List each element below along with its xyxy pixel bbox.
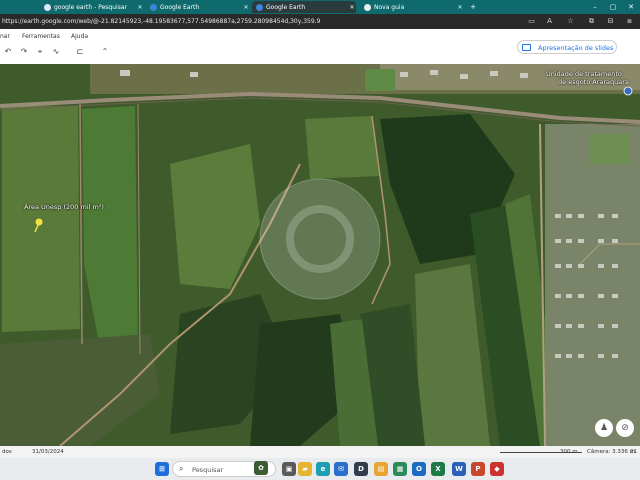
maximize-icon[interactable]: ▢ [606, 1, 620, 13]
map-status-bar: dos 31/03/2024 300 m Câmera: 3.336 m 21 [0, 446, 640, 458]
task-view-icon[interactable]: ▣ [282, 462, 296, 476]
close-tab-icon[interactable]: ✕ [136, 4, 144, 11]
photos-icon[interactable]: ▤ [374, 462, 388, 476]
scale-bar [500, 452, 582, 453]
excel-icon[interactable]: X [431, 462, 445, 476]
app-icon[interactable]: ◆ [490, 462, 504, 476]
menu-item-help[interactable]: Ajuda [71, 33, 88, 40]
file-explorer-icon[interactable]: ▰ [298, 462, 312, 476]
facility-marker-icon[interactable] [623, 86, 633, 96]
camera-altitude: Câmera: 3.336 m [587, 449, 636, 455]
satellite-map[interactable]: Área Unesp (200 mil m²) Unidade de trata… [0, 64, 640, 446]
measure-icon[interactable]: ⊏ [75, 47, 85, 57]
browser-tab-4[interactable]: Nova guia ✕ [360, 1, 464, 13]
placemark-label-sewage-line2[interactable]: de esgoto Araraquara [558, 78, 629, 86]
tab-label: Nova guia [374, 3, 405, 11]
search-icon: ⌕ [179, 464, 184, 473]
new-tab-favicon-icon [364, 3, 371, 11]
close-window-icon[interactable]: ✕ [624, 1, 638, 13]
google-earth-favicon-icon [256, 3, 263, 11]
browser-tab-3-active[interactable]: Google Earth ✕ [252, 1, 356, 13]
placemark-icon[interactable]: ⌖ [35, 47, 45, 57]
imagery-date: 31/03/2024 [32, 449, 64, 455]
menu-item-projects[interactable]: nar [0, 33, 10, 40]
collections-icon[interactable]: ⧈ [624, 16, 635, 27]
view-site-icon[interactable]: ▭ [526, 16, 537, 27]
compass-button[interactable]: ⊘ [616, 419, 634, 437]
placemark-label-unesp[interactable]: Área Unesp (200 mil m²) [24, 203, 104, 211]
split-screen-icon[interactable]: ⊟ [605, 16, 616, 27]
google-earth-favicon-icon [150, 3, 157, 11]
tab-label: Google Earth [266, 3, 306, 11]
close-tab-icon[interactable]: ✕ [456, 4, 464, 11]
browser-tab-bar: google earth - Pesquisar ✕ Google Earth … [0, 0, 640, 14]
close-tab-icon[interactable]: ✕ [242, 4, 250, 11]
browser-tab-1[interactable]: google earth - Pesquisar ✕ [40, 1, 144, 13]
close-tab-icon[interactable]: ✕ [348, 4, 356, 11]
mail-icon[interactable]: ✉ [334, 462, 348, 476]
url-field[interactable]: https://earth.google.com/web/@-21.821459… [2, 16, 320, 27]
new-tab-button[interactable]: + [466, 1, 480, 13]
minimize-icon[interactable]: – [588, 1, 602, 13]
map-imagery [0, 64, 640, 446]
favorite-star-icon[interactable]: ☆ [565, 16, 576, 27]
street-view-pegman-button[interactable]: ♟ [595, 419, 613, 437]
search-placeholder: Pesquisar [192, 466, 224, 474]
windows-start-icon[interactable]: ⊞ [155, 462, 169, 476]
bing-favicon-icon [44, 3, 51, 11]
address-bar: https://earth.google.com/web/@-21.821459… [0, 14, 640, 29]
placemark-label-sewage-line1[interactable]: Unidade de tratamento [546, 70, 622, 78]
status-left-text: dos [2, 449, 12, 455]
browser-tab-2[interactable]: Google Earth ✕ [146, 1, 250, 13]
coordinates-readout: 21 [630, 449, 637, 455]
slideshow-button[interactable]: Apresentação de slides [517, 40, 617, 54]
path-icon[interactable]: ∿ [51, 47, 61, 57]
edge-icon[interactable]: e [316, 462, 330, 476]
tab-label: google earth - Pesquisar [54, 3, 127, 11]
outlook-icon[interactable]: O [412, 462, 426, 476]
slideshow-icon [522, 44, 531, 51]
tab-label: Google Earth [160, 3, 200, 11]
widgets-icon[interactable]: ✿ [254, 461, 268, 475]
dell-icon[interactable]: D [354, 462, 368, 476]
menu-item-tools[interactable]: Ferramentas [22, 33, 60, 40]
extensions-icon[interactable]: ⧉ [586, 16, 597, 27]
back-arrow-icon[interactable]: ↶ [3, 47, 13, 57]
word-icon[interactable]: W [452, 462, 466, 476]
store-icon[interactable]: ▦ [393, 462, 407, 476]
more-chevron-icon[interactable]: ⌃ [100, 47, 110, 57]
windows-taskbar: ⊞ ⌕ Pesquisar ✿ ▣ ▰ e ✉ D ▤ ▦ O X W P ◆ [0, 458, 640, 480]
redo-arrow-icon[interactable]: ↷ [19, 47, 29, 57]
read-aloud-icon[interactable]: A [544, 16, 555, 27]
powerpoint-icon[interactable]: P [471, 462, 485, 476]
